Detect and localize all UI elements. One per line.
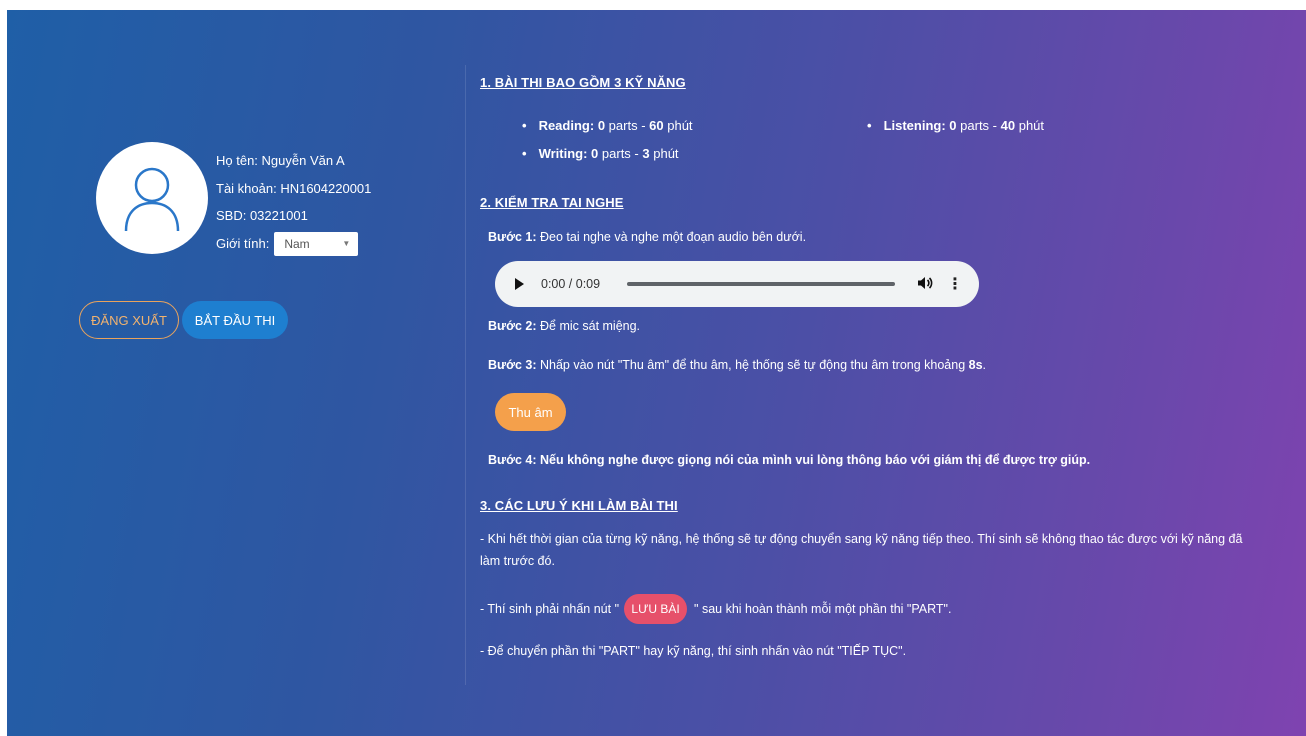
step2-text: Bước 2: Để mic sát miệng. bbox=[488, 319, 641, 333]
candidate-sbd: SBD: 03221001 bbox=[216, 208, 308, 223]
exam-screen: Họ tên: Nguyễn Văn A Tài khoản: HN160422… bbox=[7, 10, 1306, 736]
audio-time: 0:00 / 0:09 bbox=[541, 277, 601, 291]
skill-listening: • Listening: 0 parts - 40 phút bbox=[867, 118, 1045, 133]
note-2: - Thí sinh phải nhấn nút " LƯU BÀI " sau… bbox=[480, 594, 1260, 624]
candidate-name: Họ tên: Nguyễn Văn A bbox=[216, 153, 345, 168]
save-button[interactable]: LƯU BÀI bbox=[624, 594, 688, 624]
gender-label: Giới tính: bbox=[216, 236, 270, 251]
skill-reading: • Reading: 0 parts - 60 phút bbox=[522, 118, 693, 133]
step3-text: Bước 3: Nhấp vào nút "Thu âm" để thu âm,… bbox=[488, 358, 987, 372]
step4-text: Bước 4: Nếu không nghe được giọng nói củ… bbox=[488, 453, 1091, 467]
note-1: - Khi hết thời gian của từng kỹ năng, hệ… bbox=[480, 532, 1243, 568]
gender-row: Giới tính: Nam ▼ bbox=[216, 232, 359, 256]
logout-button[interactable]: ĐĂNG XUẤT bbox=[79, 301, 179, 339]
record-button[interactable]: Thu âm bbox=[495, 393, 566, 431]
gender-value: Nam bbox=[284, 237, 310, 251]
audio-player[interactable]: 0:00 / 0:09 ⋮ bbox=[495, 261, 979, 307]
column-divider bbox=[465, 65, 466, 685]
note-3: - Để chuyển phần thi "PART" hay kỹ năng,… bbox=[480, 644, 907, 658]
start-exam-button[interactable]: BẮT ĐẦU THI bbox=[182, 301, 288, 339]
more-vertical-icon[interactable]: ⋮ bbox=[947, 274, 963, 294]
gender-select[interactable]: Nam ▼ bbox=[274, 232, 359, 256]
section2-heading: 2. KIỂM TRA TAI NGHE bbox=[480, 195, 624, 210]
skill-writing: • Writing: 0 parts - 3 phút bbox=[522, 146, 679, 161]
user-outline-icon bbox=[124, 167, 180, 232]
audio-progress-track[interactable] bbox=[627, 282, 895, 286]
section1-heading: 1. BÀI THI BAO GỒM 3 KỸ NĂNG bbox=[480, 75, 686, 90]
step1-text: Bước 1: Đeo tai nghe và nghe một đoạn au… bbox=[488, 230, 807, 244]
candidate-account: Tài khoản: HN1604220001 bbox=[216, 181, 372, 196]
section3-heading: 3. CÁC LƯU Ý KHI LÀM BÀI THI bbox=[480, 498, 678, 513]
avatar bbox=[96, 142, 208, 254]
volume-icon[interactable] bbox=[917, 276, 933, 293]
caret-down-icon: ▼ bbox=[342, 239, 351, 248]
play-icon[interactable] bbox=[515, 278, 524, 290]
